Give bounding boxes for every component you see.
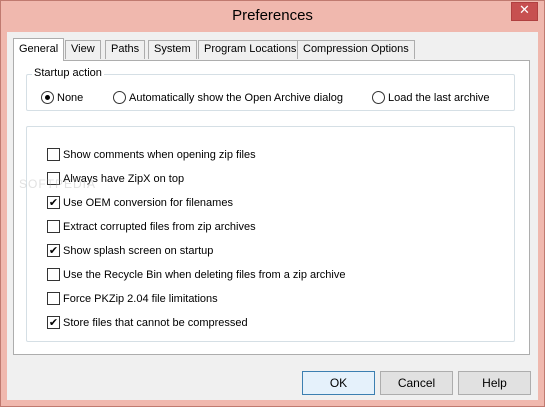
watermark: SOFTPEDIA (19, 177, 97, 191)
tab-label: Paths (111, 43, 140, 55)
help-button[interactable]: Help (458, 371, 531, 395)
checkbox[interactable] (47, 148, 60, 161)
radio-label: Automatically show the Open Archive dial… (129, 92, 344, 104)
checkbox-checked[interactable]: ✔ (47, 196, 60, 209)
tab-system[interactable]: System (148, 40, 197, 59)
checkmark-icon: ✔ (48, 316, 59, 329)
radio-show-open-archive-dialog[interactable]: Automatically show the Open Archive dial… (113, 91, 343, 105)
radio-load-last-archive[interactable]: Load the last archive (372, 91, 490, 105)
tab-compression-options[interactable]: Compression Options (297, 40, 415, 59)
cancel-button[interactable]: Cancel (380, 371, 453, 395)
close-button[interactable]: ✕ (511, 2, 538, 21)
option-show-comments[interactable]: Show comments when opening zip files (47, 148, 256, 162)
checkbox-label: Show comments when opening zip files (63, 149, 256, 161)
checkbox-label: Force PKZip 2.04 file limitations (63, 293, 218, 305)
checkbox-label: Extract corrupted files from zip archive… (63, 221, 256, 233)
tab-label: General (19, 43, 59, 55)
radio-button[interactable] (372, 91, 385, 104)
option-store-uncompressible[interactable]: ✔ Store files that cannot be compressed (47, 316, 248, 330)
tab-label: Program Locations (204, 43, 297, 55)
tab-label: View (71, 43, 95, 55)
checkbox-label: Show splash screen on startup (63, 245, 214, 257)
option-force-pkzip[interactable]: Force PKZip 2.04 file limitations (47, 292, 218, 306)
checkbox-checked[interactable]: ✔ (47, 316, 60, 329)
tab-label: System (154, 43, 191, 55)
tab-view[interactable]: View (65, 40, 101, 59)
startup-action-label: Startup action (32, 67, 104, 79)
checkmark-icon: ✔ (48, 196, 59, 209)
close-icon: ✕ (519, 3, 530, 18)
preferences-window: Preferences ✕ General View Paths System … (0, 0, 545, 407)
option-recycle-bin[interactable]: Use the Recycle Bin when deleting files … (47, 268, 345, 282)
option-splash-screen[interactable]: ✔ Show splash screen on startup (47, 244, 213, 258)
checkbox-label: Store files that cannot be compressed (63, 317, 248, 329)
startup-action-group: Startup action None Automatically show t… (26, 67, 515, 111)
general-options-group: Show comments when opening zip files Alw… (26, 126, 515, 342)
dialog-client-area: General View Paths System Program Locati… (7, 32, 538, 400)
tab-general[interactable]: General (13, 38, 65, 61)
checkbox-label: Use OEM conversion for filenames (63, 197, 233, 209)
radio-none[interactable]: None (41, 91, 83, 105)
checkbox[interactable] (47, 220, 60, 233)
checkbox-label: Use the Recycle Bin when deleting files … (63, 269, 346, 281)
radio-button[interactable] (113, 91, 126, 104)
tab-program-locations[interactable]: Program Locations (198, 40, 303, 59)
title-bar[interactable]: Preferences ✕ (1, 1, 544, 32)
ok-button[interactable]: OK (302, 371, 375, 395)
checkmark-icon: ✔ (48, 244, 59, 257)
radio-label: None (57, 92, 84, 104)
option-extract-corrupted[interactable]: Extract corrupted files from zip archive… (47, 220, 256, 234)
checkbox[interactable] (47, 292, 60, 305)
tab-paths[interactable]: Paths (105, 40, 146, 59)
radio-label: Load the last archive (388, 92, 490, 104)
option-oem-conversion[interactable]: ✔ Use OEM conversion for filenames (47, 196, 233, 210)
checkbox[interactable] (47, 268, 60, 281)
window-title: Preferences (232, 7, 313, 24)
radio-button-selected[interactable] (41, 91, 54, 104)
tab-label: Compression Options (303, 43, 409, 55)
checkbox-checked[interactable]: ✔ (47, 244, 60, 257)
